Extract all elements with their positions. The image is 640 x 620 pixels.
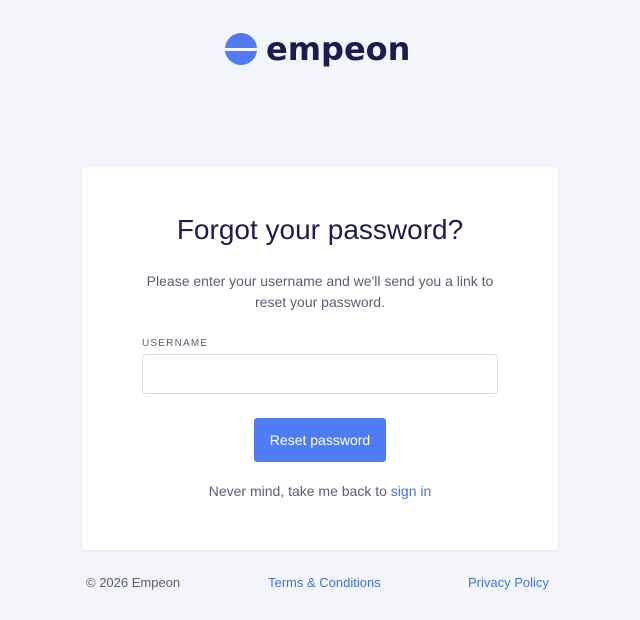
page-title: Forgot your password? bbox=[176, 214, 464, 245]
username-input[interactable] bbox=[142, 354, 498, 394]
reset-password-button[interactable]: Reset password bbox=[254, 418, 386, 462]
terms-link[interactable]: Terms & Conditions bbox=[268, 575, 381, 591]
username-label: USERNAME bbox=[142, 338, 209, 349]
brand-name: empeon bbox=[266, 30, 411, 68]
brand-logo: empeon bbox=[224, 30, 410, 68]
reset-password-card: Forgot your password? Please enter your … bbox=[82, 167, 558, 550]
empeon-logo-icon bbox=[225, 32, 257, 66]
instructions-text: Please enter your username and we'll sen… bbox=[146, 273, 494, 310]
back-text: Never mind, take me back to bbox=[208, 483, 391, 499]
sign-in-link[interactable]: sign in bbox=[391, 483, 431, 499]
privacy-policy-link[interactable]: Privacy Policy bbox=[468, 575, 549, 591]
copyright-text: © 2026 Empeon bbox=[86, 575, 181, 590]
forgot-password-page: empeon Forgot your password? Please ente… bbox=[0, 0, 640, 620]
back-to-sign-in-line: Never mind, take me back to sign in bbox=[82, 481, 558, 501]
